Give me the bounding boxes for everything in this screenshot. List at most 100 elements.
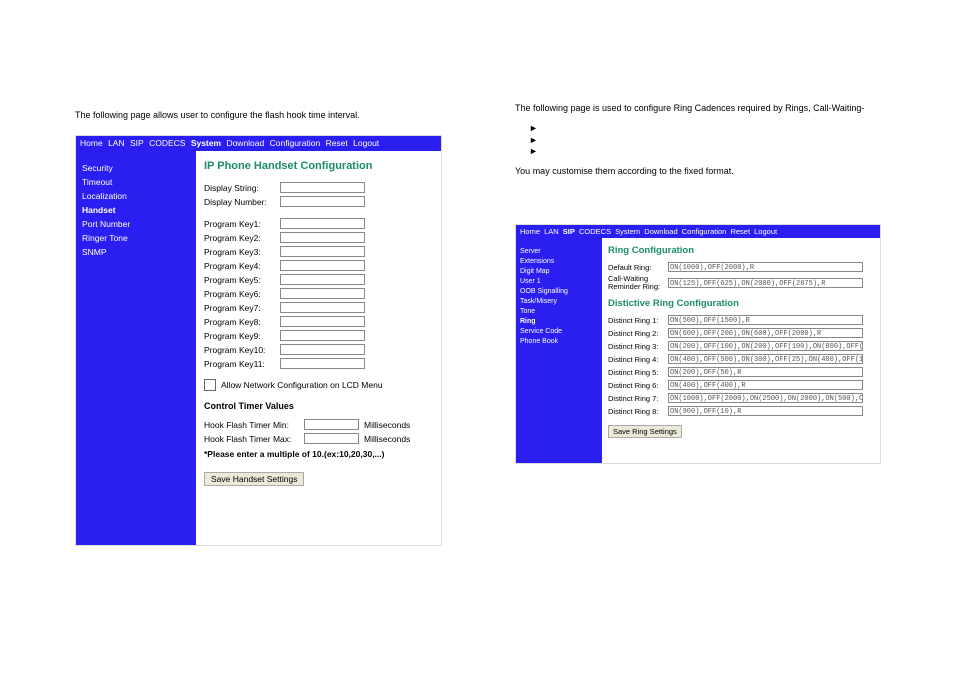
input-d1[interactable]: ON(500),OFF(1500),R [668, 315, 863, 325]
label-timer-min: Hook Flash Timer Min: [204, 420, 304, 430]
nav-system[interactable]: System [191, 138, 221, 148]
sidebar-port[interactable]: Port Number [82, 219, 190, 229]
input-d6[interactable]: ON(400),OFF(400),R [668, 380, 863, 390]
label-disp-num: Display Number: [204, 197, 280, 207]
side2-tone[interactable]: Tone [520, 308, 598, 315]
nav2-logout[interactable]: Logout [754, 227, 777, 236]
nav2-lan[interactable]: LAN [544, 227, 559, 236]
label-pk10: Program Key10: [204, 345, 280, 355]
nav-logout[interactable]: Logout [353, 138, 379, 148]
bullets: ► ► ► [529, 123, 895, 158]
units-max: Milliseconds [364, 434, 410, 444]
label-disp-str: Display String: [204, 183, 280, 193]
sidebar-snmp[interactable]: SNMP [82, 247, 190, 257]
customise-text: You may customise them according to the … [515, 166, 895, 176]
ring-panel: Home LAN SIP CODECS System Download Conf… [515, 224, 881, 464]
label-pk4: Program Key4: [204, 261, 280, 271]
input-pk8[interactable] [280, 316, 365, 327]
label-d2: Distinct Ring 2: [608, 329, 668, 338]
nav2-home[interactable]: Home [520, 227, 540, 236]
input-d2[interactable]: ON(600),OFF(200),ON(600),OFF(2000),R [668, 328, 863, 338]
input-pk11[interactable] [280, 358, 365, 369]
label-pk5: Program Key5: [204, 275, 280, 285]
bullet-3: ► [529, 146, 895, 158]
label-pk2: Program Key2: [204, 233, 280, 243]
input-d7[interactable]: ON(1000),OFF(2000),ON(2500),ON(2000),ON(… [668, 393, 863, 403]
label-d8: Distinct Ring 8: [608, 407, 668, 416]
label-d1: Distinct Ring 1: [608, 316, 668, 325]
timer-note: *Please enter a multiple of 10.(ex:10,20… [204, 449, 433, 459]
nav2-codecs[interactable]: CODECS [579, 227, 611, 236]
label-d3: Distinct Ring 3: [608, 342, 668, 351]
side2-task[interactable]: Task/Misery [520, 298, 598, 305]
input-pk1[interactable] [280, 218, 365, 229]
side2-server[interactable]: Server [520, 248, 598, 255]
label-pk7: Program Key7: [204, 303, 280, 313]
input-d4[interactable]: ON(400),OFF(500),ON(300),OFF(25),ON(400)… [668, 354, 863, 364]
nav-home[interactable]: Home [80, 138, 103, 148]
panel-title-handset: IP Phone Handset Configuration [204, 160, 433, 172]
label-default-ring: Default Ring: [608, 263, 668, 272]
input-pk3[interactable] [280, 246, 365, 257]
label-d6: Distinct Ring 6: [608, 381, 668, 390]
sidebar-timeout[interactable]: Timeout [82, 177, 190, 187]
nav-config[interactable]: Configuration [270, 138, 321, 148]
section-control-timer: Control Timer Values [204, 401, 433, 411]
nav2-config[interactable]: Configuration [682, 227, 727, 236]
side2-svc[interactable]: Service Code [520, 328, 598, 335]
side2-ring[interactable]: Ring [520, 318, 598, 325]
checkbox-lcd[interactable] [204, 379, 216, 391]
input-timer-max[interactable] [304, 433, 359, 444]
side2-digit[interactable]: Digit Map [520, 268, 598, 275]
side2-oob[interactable]: OOB Signalling [520, 288, 598, 295]
input-pk2[interactable] [280, 232, 365, 243]
side2-user[interactable]: User 1 [520, 278, 598, 285]
topnav-left: Home LAN SIP CODECS System Download Conf… [76, 136, 441, 151]
sidebar-handset[interactable]: Handset [82, 205, 190, 215]
label-pk6: Program Key6: [204, 289, 280, 299]
panel-title-distinct: Distictive Ring Configuration [608, 298, 874, 309]
nav2-reset[interactable]: Reset [730, 227, 750, 236]
input-pk10[interactable] [280, 344, 365, 355]
intro-right: The following page is used to configure … [515, 103, 895, 113]
input-disp-str[interactable] [280, 182, 365, 193]
input-timer-min[interactable] [304, 419, 359, 430]
input-d8[interactable]: ON(900),OFF(10),R [668, 406, 863, 416]
input-pk4[interactable] [280, 260, 365, 271]
input-d5[interactable]: ON(200),OFF(50),R [668, 367, 863, 377]
nav2-system[interactable]: System [615, 227, 640, 236]
sidebar-security[interactable]: Security [82, 163, 190, 173]
sidebar-ringer[interactable]: Ringer Tone [82, 233, 190, 243]
label-d5: Distinct Ring 5: [608, 368, 668, 377]
handset-panel: Home LAN SIP CODECS System Download Conf… [75, 135, 442, 546]
input-pk5[interactable] [280, 274, 365, 285]
label-pk8: Program Key8: [204, 317, 280, 327]
input-pk6[interactable] [280, 288, 365, 299]
bullet-2: ► [529, 135, 895, 147]
nav2-download[interactable]: Download [644, 227, 677, 236]
input-disp-num[interactable] [280, 196, 365, 207]
input-d3[interactable]: ON(200),OFF(100),ON(200),OFF(100),ON(800… [668, 341, 863, 351]
sidebar-local[interactable]: Localization [82, 191, 190, 201]
side2-pb[interactable]: Phone Book [520, 338, 598, 345]
label-d4: Distinct Ring 4: [608, 355, 668, 364]
units-min: Milliseconds [364, 420, 410, 430]
nav-reset[interactable]: Reset [326, 138, 348, 148]
save-handset-button[interactable]: Save Handset Settings [204, 472, 304, 486]
input-default-ring[interactable]: ON(1000),OFF(2000),R [668, 262, 863, 272]
label-pk3: Program Key3: [204, 247, 280, 257]
label-pk11: Program Key11: [204, 359, 280, 369]
label-pk9: Program Key9: [204, 331, 280, 341]
nav-codecs[interactable]: CODECS [149, 138, 185, 148]
nav-lan[interactable]: LAN [108, 138, 125, 148]
checkbox-lcd-label: Allow Network Configuration on LCD Menu [221, 380, 383, 390]
input-pk7[interactable] [280, 302, 365, 313]
input-pk9[interactable] [280, 330, 365, 341]
save-ring-button[interactable]: Save Ring Settings [608, 425, 682, 438]
nav-download[interactable]: Download [226, 138, 264, 148]
input-cw-ring[interactable]: ON(125),OFF(625),ON(2000),OFF(2875),R [668, 278, 863, 288]
nav-sip[interactable]: SIP [130, 138, 144, 148]
label-pk1: Program Key1: [204, 219, 280, 229]
nav2-sip[interactable]: SIP [563, 227, 575, 236]
side2-ext[interactable]: Extensions [520, 258, 598, 265]
